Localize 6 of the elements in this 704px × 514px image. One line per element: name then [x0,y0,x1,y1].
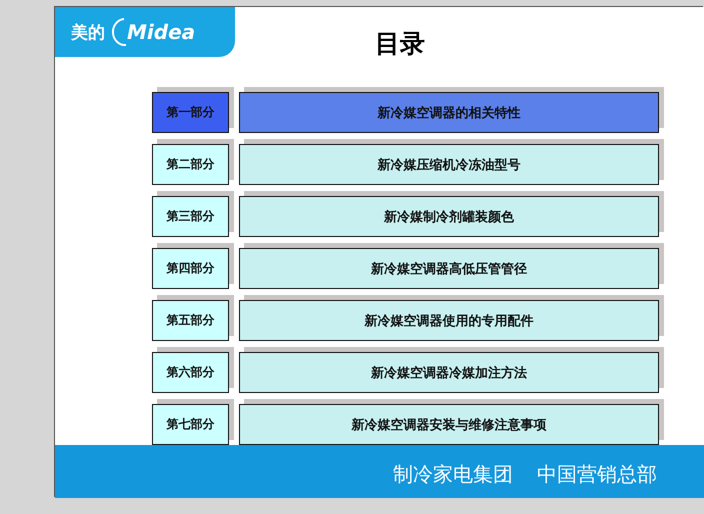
footer-text: 制冷家电集团 [393,460,513,488]
footer-text: 中国营销总部 [537,460,657,488]
slide-title: 目录 [375,28,425,60]
brand-chinese: 美的 [71,22,105,44]
swoosh-icon [111,17,127,47]
brand-name: Midea [127,20,196,44]
